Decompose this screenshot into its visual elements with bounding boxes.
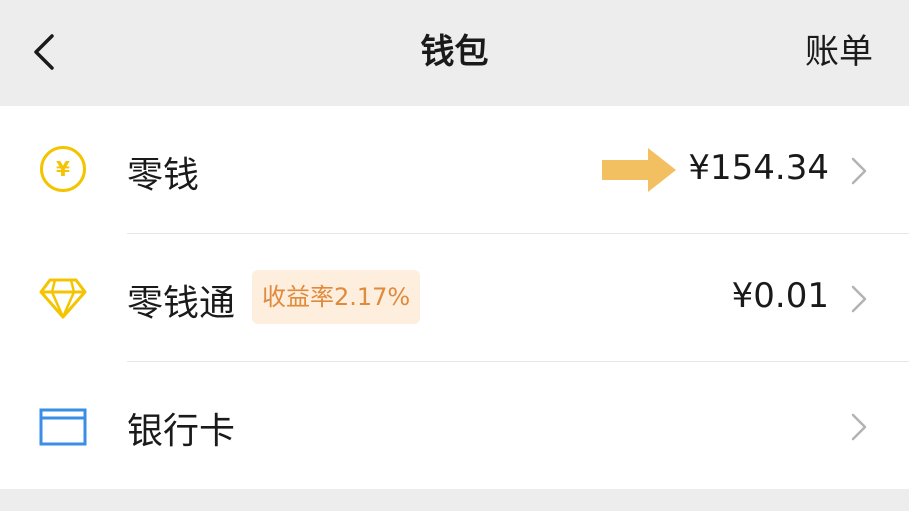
bill-button[interactable]: 账单	[805, 0, 873, 106]
wallet-row-change[interactable]: ¥ 零钱 ¥154.34	[0, 106, 909, 233]
chevron-right-icon	[849, 156, 869, 186]
wallet-row-label: 银行卡	[127, 411, 236, 452]
chevron-right-icon	[849, 284, 869, 314]
wallet-row-label: 零钱通	[127, 283, 236, 324]
page-title: 钱包	[420, 32, 489, 72]
wallet-list: ¥ 零钱 ¥154.34 零钱通 收益率2.17% ¥0.01 银行卡	[0, 106, 909, 489]
nav-header: 钱包 账单	[0, 0, 909, 106]
yield-rate-badge: 收益率2.17%	[252, 270, 421, 324]
wallet-row-amount: ¥154.34	[688, 148, 829, 188]
highlight-arrow-icon	[600, 146, 678, 194]
wallet-row-label: 零钱	[127, 155, 200, 196]
wallet-row-lingqiantong[interactable]: 零钱通 收益率2.17% ¥0.01	[0, 234, 909, 361]
svg-text:¥: ¥	[56, 157, 70, 181]
wallet-row-bank-card[interactable]: 银行卡	[0, 362, 909, 489]
chevron-right-icon	[849, 412, 869, 442]
wallet-row-amount: ¥0.01	[731, 276, 829, 316]
bank-card-icon	[38, 402, 88, 452]
diamond-icon	[38, 272, 88, 322]
yuan-coin-icon: ¥	[38, 144, 88, 194]
